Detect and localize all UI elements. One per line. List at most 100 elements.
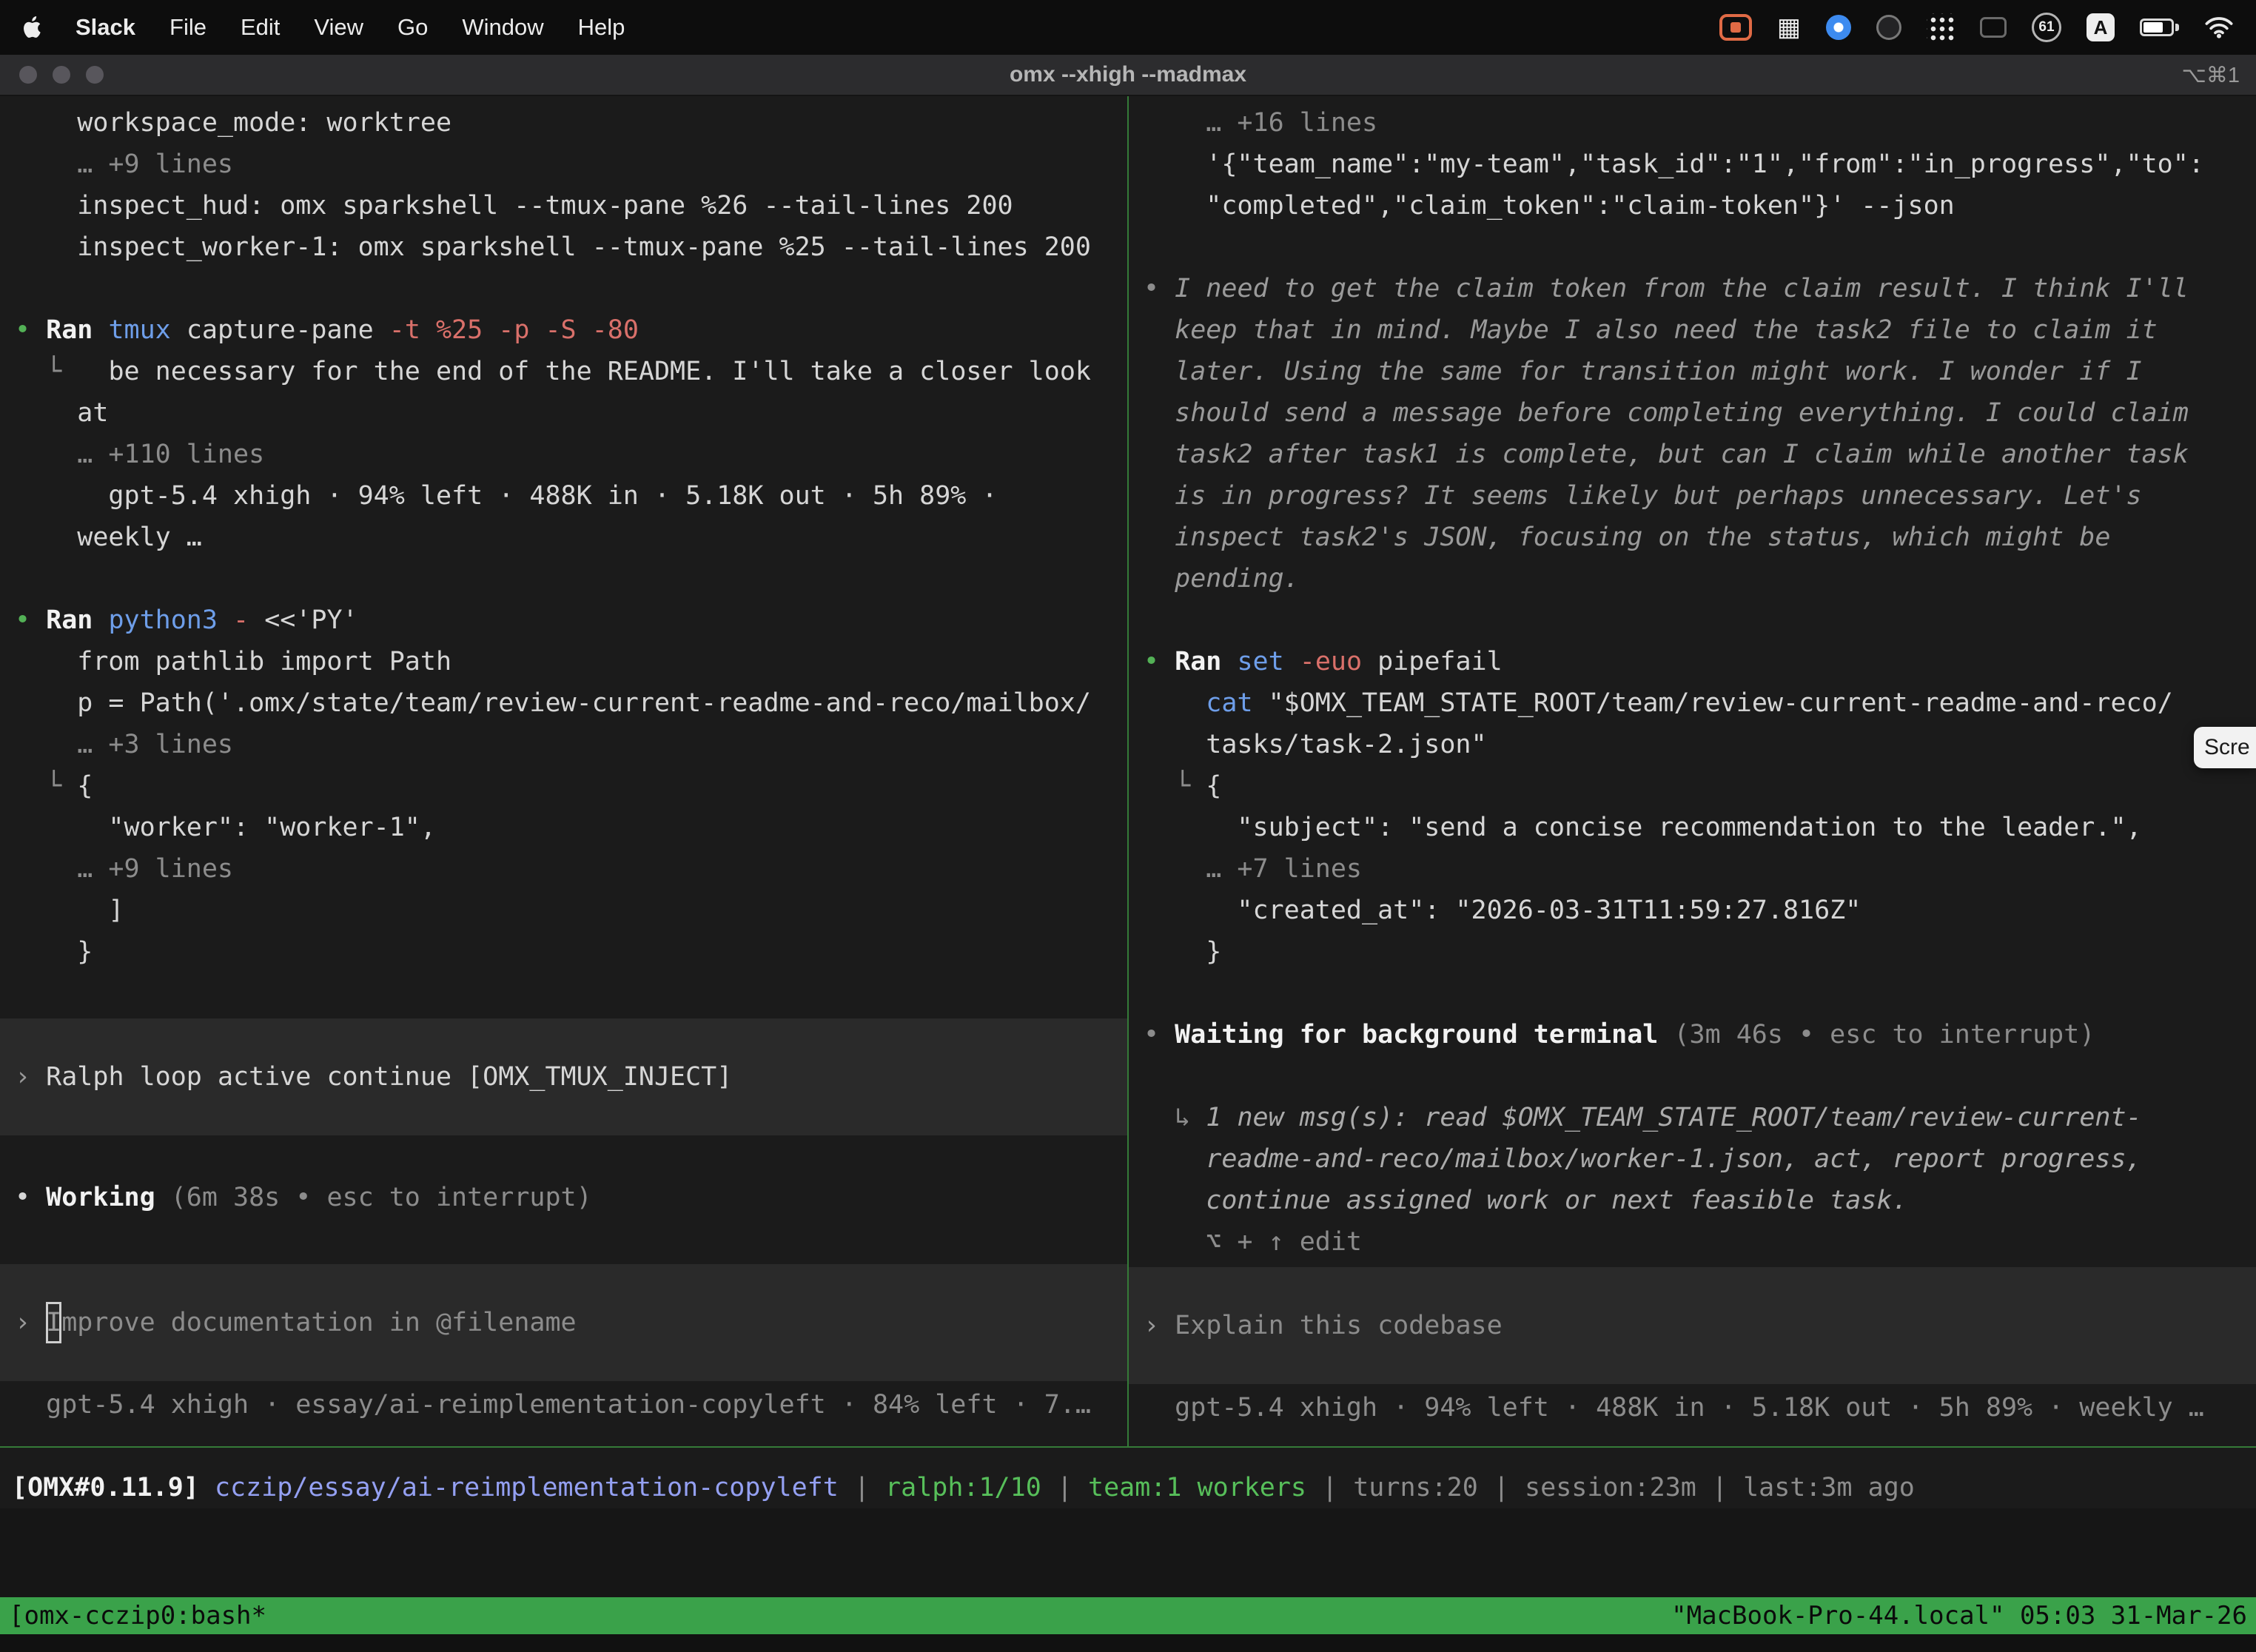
grid-app-icon[interactable]: ▦: [1777, 11, 1801, 44]
tmux-host-clock: "MacBook-Pro-44.local" 05:03 31-Mar-26: [1671, 1595, 2247, 1636]
text-segment: |: [1712, 1473, 1743, 1502]
text-segment: from pathlib import Path: [15, 647, 451, 676]
text-segment: session:23m: [1525, 1473, 1712, 1502]
menu-edit[interactable]: Edit: [241, 14, 280, 41]
terminal-line: … +9 lines: [0, 144, 1127, 185]
terminal-line: • Waiting for background terminal (3m 46…: [1129, 1014, 2256, 1055]
text-segment: python3: [108, 605, 233, 635]
dark-app-icon[interactable]: [1876, 15, 1901, 40]
text-segment: |: [1322, 1473, 1353, 1502]
terminal-line: "created_at": "2026-03-31T11:59:27.816Z": [1129, 890, 2256, 931]
wifi-icon[interactable]: [2204, 11, 2234, 44]
text-segment: … +7 lines: [1144, 854, 1362, 884]
text-segment: gpt-5.4 xhigh · essay/ai-reimplementatio…: [15, 1390, 1091, 1420]
menu-view[interactable]: View: [314, 14, 363, 41]
terminal-line: [0, 973, 1127, 1014]
text-segment: task2 after task1 is complete, but can I…: [1144, 440, 2189, 469]
text-segment: turns:20: [1353, 1473, 1494, 1502]
text-segment: … +16 lines: [1144, 108, 1377, 138]
terminal-line: task2 after task1 is complete, but can I…: [1129, 434, 2256, 475]
screen-recording-indicator-icon[interactable]: [1719, 14, 1752, 41]
text-segment: '{"team_name":"my-team","task_id":"1","f…: [1144, 150, 2204, 179]
terminal-line: readme-and-reco/mailbox/worker-1.json, a…: [1129, 1138, 2256, 1180]
text-segment: Waiting for background terminal: [1175, 1020, 1673, 1050]
terminal-line: weekly …: [0, 517, 1127, 558]
text-segment: "created_at": "2026-03-31T11:59:27.816Z": [1144, 896, 1861, 925]
terminal-line: • I need to get the claim token from the…: [1129, 268, 2256, 309]
text-segment: |: [1057, 1473, 1088, 1502]
text-segment: "$OMX_TEAM_STATE_ROOT/team/review-curren…: [1269, 688, 2173, 718]
close-window-button[interactable]: [19, 66, 37, 84]
terminal-line: [0, 558, 1127, 600]
menu-help[interactable]: Help: [578, 14, 625, 41]
text-segment: ›: [15, 1302, 46, 1343]
minimize-window-button[interactable]: [53, 66, 70, 84]
text-segment: … +9 lines: [15, 854, 233, 884]
terminal-line: inspect_hud: omx sparkshell --tmux-pane …: [0, 185, 1127, 226]
text-segment: |: [854, 1473, 885, 1502]
text-segment: -: [233, 605, 264, 635]
pane-status-right: gpt-5.4 xhigh · 94% left · 488K in · 5.1…: [1129, 1387, 2256, 1428]
terminal-line: is in progress? It seems likely but perh…: [1129, 475, 2256, 517]
terminal-line: ↳ 1 new msg(s): read $OMX_TEAM_STATE_ROO…: [1129, 1097, 2256, 1138]
terminal-line: pending.: [1129, 558, 2256, 600]
pane-left: workspace_mode: worktree … +9 lines insp…: [0, 96, 1127, 1446]
terminal-line: }: [1129, 931, 2256, 973]
tmux-status-bar: [omx-cczip0:bash* "MacBook-Pro-44.local"…: [0, 1597, 2256, 1634]
terminal-line: [1129, 973, 2256, 1014]
menu-go[interactable]: Go: [397, 14, 428, 41]
text-segment: |: [1494, 1473, 1525, 1502]
faint-app-icon[interactable]: [1980, 17, 2007, 38]
text-segment: 1 new msg(s): read $OMX_TEAM_STATE_ROOT/…: [1206, 1103, 2141, 1132]
menu-file[interactable]: File: [169, 14, 207, 41]
omx-status-line: [OMX#0.11.9] cczip/essay/ai-reimplementa…: [12, 1467, 2244, 1508]
terminal-line: [1129, 1055, 2256, 1097]
text-segment: Ran: [46, 315, 108, 345]
text-segment: set: [1237, 647, 1299, 676]
text-segment: be necessary for the end of the README. …: [108, 357, 1091, 386]
screen-share-overlay[interactable]: Scre: [2194, 727, 2256, 768]
zoom-window-button[interactable]: [86, 66, 104, 84]
text-segment: inspect_hud: omx sparkshell --tmux-pane …: [15, 191, 1013, 221]
window-title-bar[interactable]: omx --xhigh --madmax ⌥⌘1: [0, 55, 2256, 96]
terminal-line: └ {: [0, 765, 1127, 807]
text-segment: {: [1206, 771, 1221, 801]
terminal-line: • Working (6m 38s • esc to interrupt): [0, 1177, 1127, 1218]
terminal-line: • Ran python3 - <<'PY': [0, 600, 1127, 641]
terminal-line: from pathlib import Path: [0, 641, 1127, 682]
text-segment: [1144, 688, 1206, 718]
terminal-line: tasks/task-2.json": [1129, 724, 2256, 765]
window-title: omx --xhigh --madmax: [0, 62, 2256, 87]
terminal-line: at: [0, 392, 1127, 434]
terminal-line: gpt-5.4 xhigh · 94% left · 488K in · 5.1…: [0, 475, 1127, 517]
text-segment: … +110 lines: [15, 440, 264, 469]
text-segment: •: [1144, 274, 1175, 303]
text-segment: {: [77, 771, 93, 801]
badge-61-icon[interactable]: 61: [2032, 13, 2061, 42]
text-segment: gpt-5.4 xhigh · 94% left · 488K in · 5.1…: [1144, 1393, 2204, 1423]
text-segment: workspace_mode: worktree: [15, 108, 451, 138]
text-segment: -euo: [1300, 647, 1377, 676]
terminal-line: [0, 1135, 1127, 1177]
text-segment: ›: [15, 1056, 46, 1098]
blue-app-icon[interactable]: [1826, 15, 1851, 40]
text-segment: "subject": "send a concise recommendatio…: [1144, 813, 2142, 842]
prompt-input-left[interactable]: › Improve documentation in @filename: [0, 1264, 1127, 1381]
menu-window[interactable]: Window: [462, 14, 543, 41]
battery-icon[interactable]: [2140, 11, 2179, 44]
text-segment: Ran: [1175, 647, 1237, 676]
terminal-line: workspace_mode: worktree: [0, 102, 1127, 144]
input-source-icon[interactable]: A: [2087, 13, 2115, 41]
terminal-line: └ {: [1129, 765, 2256, 807]
app-menu-slack[interactable]: Slack: [75, 14, 135, 41]
text-segment: (6m 38s • esc to interrupt): [171, 1183, 592, 1212]
text-segment: •: [15, 605, 46, 635]
dots-grid-icon[interactable]: [1927, 13, 1955, 41]
terminal-line: cat "$OMX_TEAM_STATE_ROOT/team/review-cu…: [1129, 682, 2256, 724]
ralph-loop-input[interactable]: › Ralph loop active continue [OMX_TMUX_I…: [0, 1018, 1127, 1135]
text-segment: Explain this codebase: [1175, 1305, 1503, 1346]
prompt-input-right[interactable]: › Explain this codebase: [1129, 1267, 2256, 1384]
bottom-strip: [0, 1634, 2256, 1652]
apple-menu-icon[interactable]: [22, 11, 41, 44]
text-segment: later. Using the same for transition mig…: [1144, 357, 2142, 386]
